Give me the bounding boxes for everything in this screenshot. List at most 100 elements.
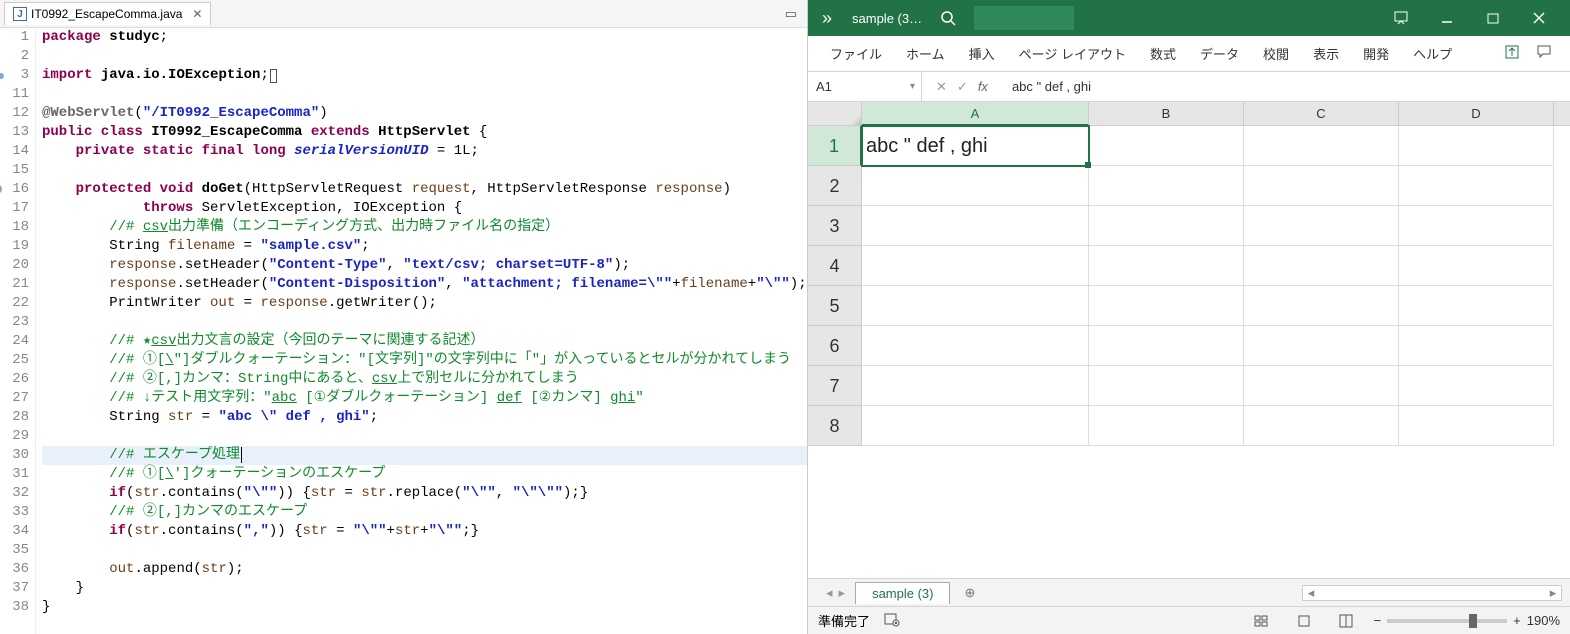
code-line[interactable]: //# ↓テスト用文字列："abc [①ダブルクォーテーション] def [②カ… — [42, 389, 807, 408]
code-line[interactable]: if(str.contains("\"")) {str = str.replac… — [42, 484, 807, 503]
enter-icon[interactable]: ✓ — [957, 79, 968, 95]
code-line[interactable]: protected void doGet(HttpServletRequest … — [42, 180, 807, 199]
row-header[interactable]: 4 — [808, 246, 862, 286]
sheet-tab-active[interactable]: sample (3) — [855, 582, 950, 604]
fx-icon[interactable]: fx — [978, 79, 988, 94]
zoom-out-icon[interactable]: − — [1374, 613, 1382, 628]
normal-view-icon[interactable] — [1248, 611, 1276, 631]
code-line[interactable]: response.setHeader("Content-Type", "text… — [42, 256, 807, 275]
add-sheet-icon[interactable]: ⊕ — [950, 585, 989, 601]
sheet-next-icon[interactable]: ▸ — [839, 585, 846, 601]
code-line[interactable]: import java.io.IOException; — [42, 66, 807, 85]
cell[interactable] — [1089, 326, 1244, 366]
cell[interactable] — [1399, 246, 1554, 286]
cell[interactable] — [862, 166, 1089, 206]
column-header[interactable]: B — [1089, 102, 1244, 125]
row-header[interactable]: 6 — [808, 326, 862, 366]
code-line[interactable] — [42, 161, 807, 180]
close-icon[interactable]: ✕ — [192, 7, 202, 21]
formula-input[interactable]: abc " def , ghi — [1002, 79, 1570, 94]
cell[interactable] — [1244, 286, 1399, 326]
ribbon-tab[interactable]: 数式 — [1138, 36, 1188, 71]
select-all-corner[interactable] — [808, 102, 862, 125]
zoom-in-icon[interactable]: + — [1513, 613, 1521, 628]
spreadsheet-grid[interactable]: ABCD 1abc " def , ghi2345678 — [808, 102, 1570, 578]
zoom-slider[interactable] — [1387, 619, 1507, 623]
cell[interactable] — [862, 286, 1089, 326]
ribbon-tab[interactable]: 挿入 — [957, 36, 1007, 71]
cell[interactable] — [1089, 126, 1244, 166]
cell[interactable] — [1399, 366, 1554, 406]
code-line[interactable]: if(str.contains(",")) {str = "\""+str+"\… — [42, 522, 807, 541]
column-header[interactable]: A — [862, 102, 1089, 126]
code-editor[interactable]: 1231112131415161718192021222324252627282… — [0, 28, 807, 634]
code-line[interactable] — [42, 85, 807, 104]
cell[interactable] — [1399, 286, 1554, 326]
code-line[interactable]: //# csv出力準備（エンコーディング方式、出力時ファイル名の指定） — [42, 218, 807, 237]
share-icon[interactable] — [1496, 40, 1528, 67]
ribbon-tab[interactable]: データ — [1188, 36, 1251, 71]
maximize-icon[interactable] — [1470, 0, 1516, 36]
row-header[interactable]: 5 — [808, 286, 862, 326]
row-header[interactable]: 3 — [808, 206, 862, 246]
page-layout-view-icon[interactable] — [1290, 611, 1318, 631]
code-line[interactable]: package studyc; — [42, 28, 807, 47]
account-box[interactable] — [974, 6, 1074, 30]
page-break-view-icon[interactable] — [1332, 611, 1360, 631]
code-line[interactable]: response.setHeader("Content-Disposition"… — [42, 275, 807, 294]
minimize-icon[interactable] — [1424, 0, 1470, 36]
ribbon-tab[interactable]: ホーム — [894, 36, 957, 71]
search-icon[interactable] — [930, 6, 966, 30]
column-header[interactable]: D — [1399, 102, 1554, 125]
code-line[interactable]: @WebServlet("/IT0992_EscapeComma") — [42, 104, 807, 123]
cell[interactable] — [1399, 326, 1554, 366]
cell[interactable] — [862, 406, 1089, 446]
row-header[interactable]: 7 — [808, 366, 862, 406]
minimize-icon[interactable]: ▭ — [785, 6, 807, 22]
row-header[interactable]: 8 — [808, 406, 862, 446]
cell[interactable] — [1399, 206, 1554, 246]
ribbon-tab[interactable]: 表示 — [1301, 36, 1351, 71]
cell[interactable] — [1244, 206, 1399, 246]
code-line[interactable]: //# エスケープ処理 — [42, 446, 807, 465]
code-line[interactable]: String str = "abc \" def , ghi"; — [42, 408, 807, 427]
code-line[interactable]: PrintWriter out = response.getWriter(); — [42, 294, 807, 313]
ribbon-tab[interactable]: ページ レイアウト — [1007, 36, 1138, 71]
code-line[interactable]: } — [42, 579, 807, 598]
code-line[interactable]: String filename = "sample.csv"; — [42, 237, 807, 256]
close-icon[interactable] — [1516, 0, 1562, 36]
code-line[interactable]: //# ②[,]カンマのエスケープ — [42, 503, 807, 522]
cell[interactable] — [1244, 126, 1399, 166]
cell[interactable] — [1399, 406, 1554, 446]
code-line[interactable]: //# ★csv出力文言の設定（今回のテーマに関連する記述） — [42, 332, 807, 351]
cell[interactable] — [862, 206, 1089, 246]
cell[interactable] — [1244, 166, 1399, 206]
cell[interactable] — [1089, 286, 1244, 326]
cancel-icon[interactable]: ✕ — [936, 79, 947, 95]
code-line[interactable]: public class IT0992_EscapeComma extends … — [42, 123, 807, 142]
horizontal-scrollbar[interactable]: ◂▸ — [1302, 585, 1562, 601]
code-line[interactable]: private static final long serialVersionU… — [42, 142, 807, 161]
cell[interactable] — [1244, 406, 1399, 446]
code-line[interactable]: } — [42, 598, 807, 617]
cell[interactable] — [862, 366, 1089, 406]
cell[interactable] — [1399, 166, 1554, 206]
ribbon-tab[interactable]: ヘルプ — [1401, 36, 1464, 71]
cell[interactable] — [1089, 206, 1244, 246]
comments-icon[interactable] — [1528, 40, 1560, 67]
sheet-prev-icon[interactable]: ◂ — [826, 585, 833, 601]
row-header[interactable]: 1 — [808, 126, 862, 166]
code-line[interactable]: //# ②[,]カンマ：String中にあると、csv上で別セルに分かれてしまう — [42, 370, 807, 389]
cell[interactable] — [1089, 366, 1244, 406]
cell[interactable] — [1244, 366, 1399, 406]
ribbon-tab[interactable]: 校閲 — [1251, 36, 1301, 71]
cell[interactable] — [1244, 326, 1399, 366]
cell[interactable]: abc " def , ghi — [862, 126, 1089, 166]
code-line[interactable] — [42, 313, 807, 332]
zoom-value[interactable]: 190% — [1527, 613, 1560, 628]
cell[interactable] — [862, 326, 1089, 366]
ribbon-tab[interactable]: ファイル — [818, 36, 894, 71]
code-line[interactable] — [42, 47, 807, 66]
cell[interactable] — [1244, 246, 1399, 286]
code-line[interactable]: //# ①[\"]ダブルクォーテーション："[文字列]"の文字列中に「"」が入っ… — [42, 351, 807, 370]
